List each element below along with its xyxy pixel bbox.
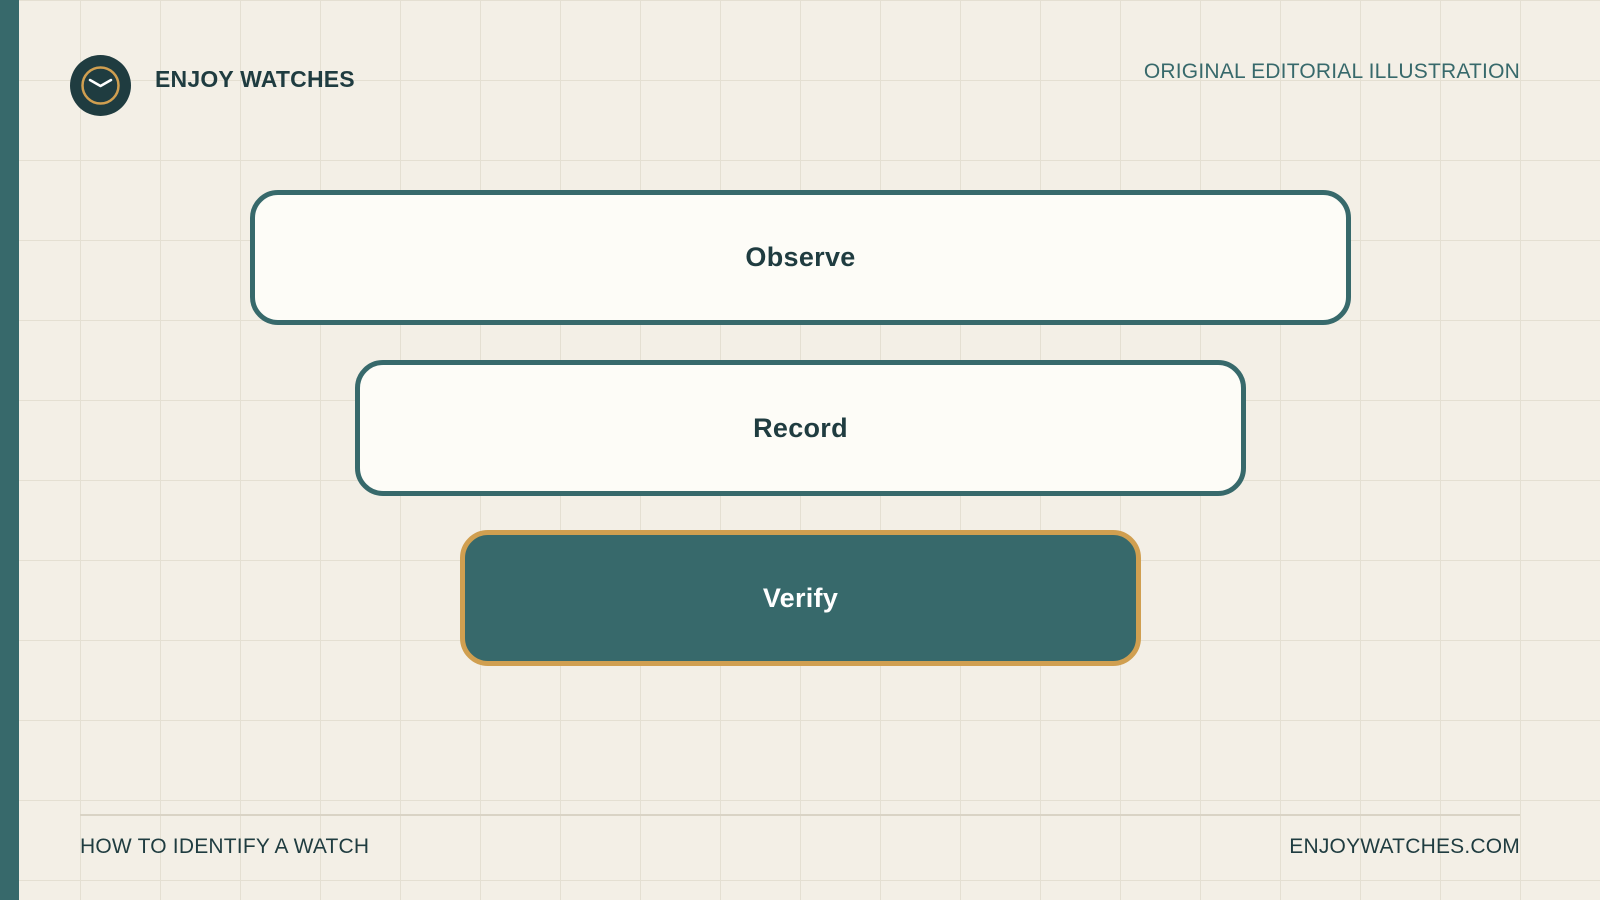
step-observe: Observe	[250, 190, 1351, 325]
brand-name: ENJOY WATCHES	[155, 66, 355, 92]
step-label: Record	[753, 412, 848, 443]
step-verify: Verify	[460, 530, 1141, 666]
illustration-caption: ORIGINAL EDITORIAL ILLUSTRATION	[1143, 60, 1520, 83]
step-label: Observe	[745, 242, 856, 272]
left-accent-bar	[0, 0, 19, 900]
footer-divider	[80, 814, 1520, 816]
footer-title: HOW TO IDENTIFY A WATCH	[80, 835, 370, 858]
step-record: Record	[355, 360, 1246, 496]
footer-website: ENJOYWATCHES.COM	[1289, 835, 1520, 858]
watch-icon	[70, 55, 131, 116]
step-label: Verify	[762, 582, 839, 613]
